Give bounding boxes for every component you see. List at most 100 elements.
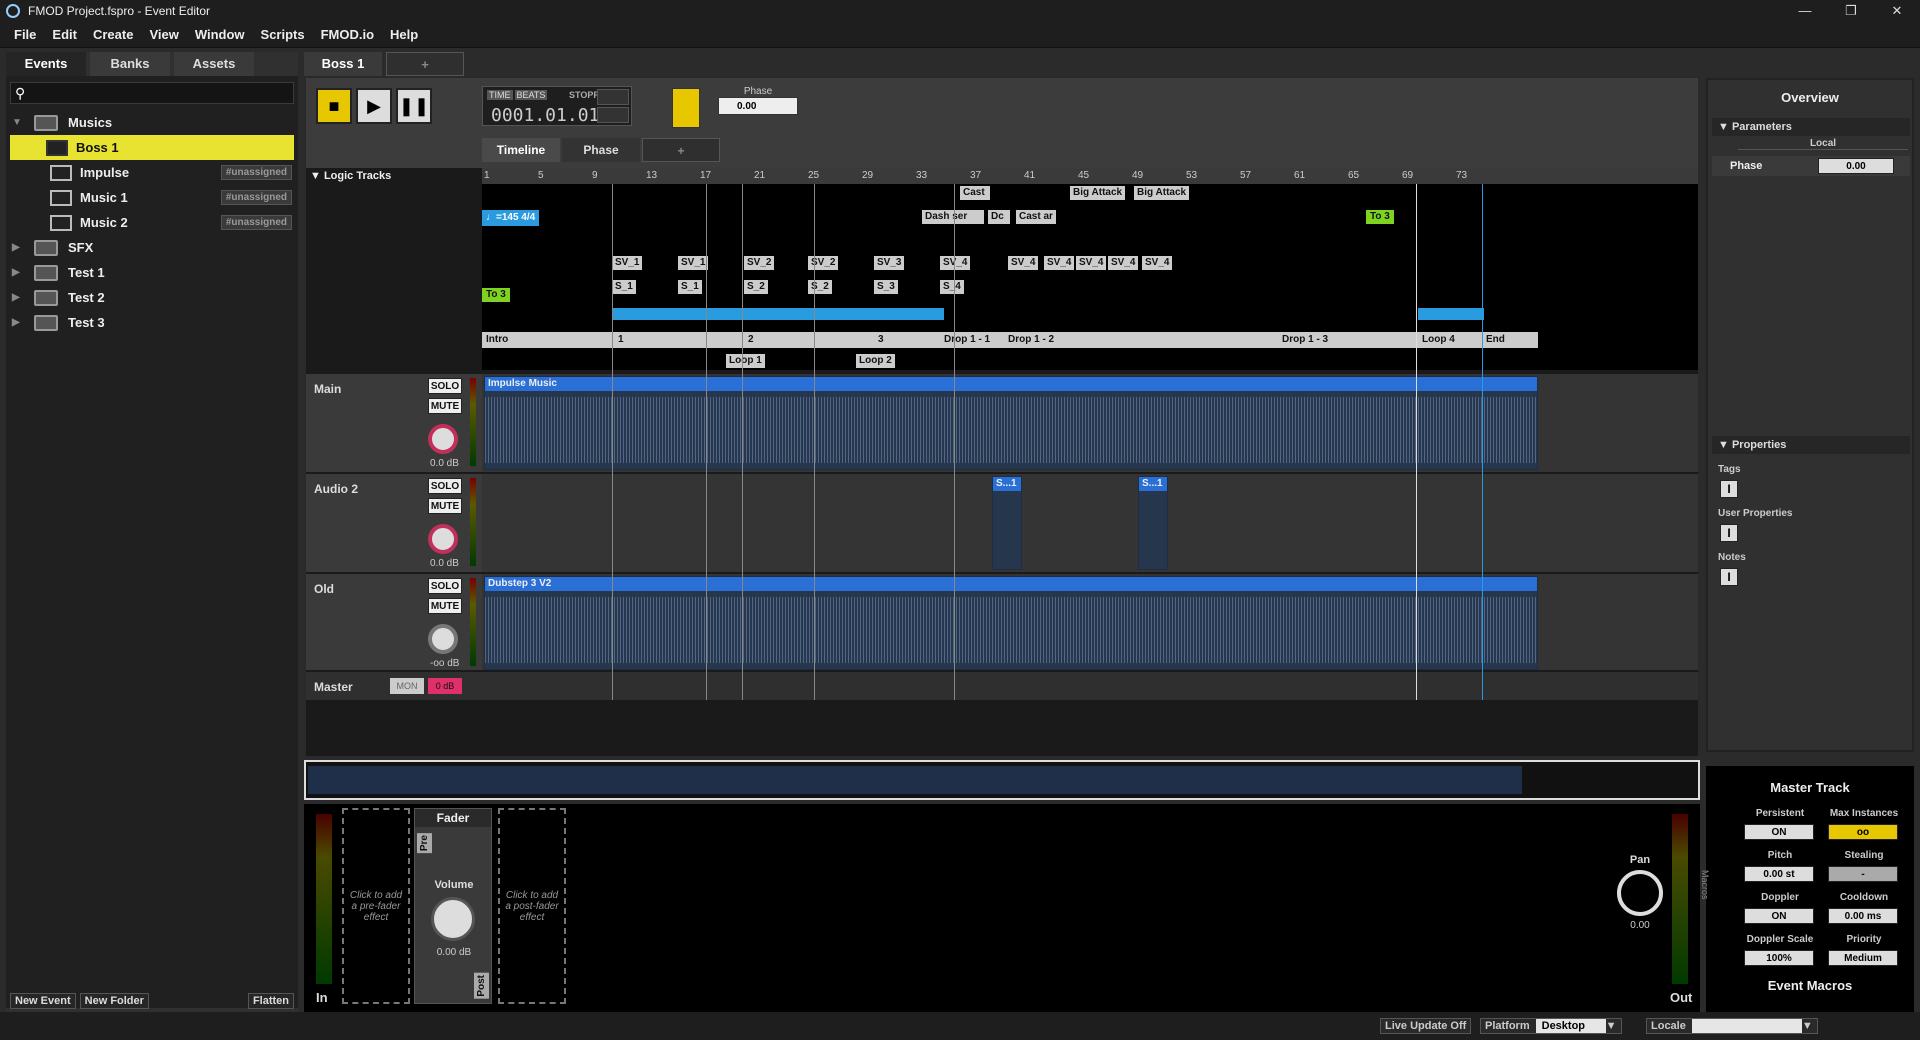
- doppler-scale-field[interactable]: 100%: [1744, 950, 1814, 966]
- tree-folder-test-3[interactable]: ▶ Test 3: [6, 310, 298, 335]
- region-intro[interactable]: Intro: [486, 334, 508, 345]
- post-fader-effect-slot[interactable]: Click to add a post-fader effect: [498, 808, 566, 1004]
- audio-clip[interactable]: Impulse Music: [484, 376, 1538, 470]
- marker-sv[interactable]: SV_2: [808, 256, 839, 270]
- tab-phase[interactable]: Phase: [562, 138, 640, 162]
- solo-button[interactable]: SOLO: [428, 478, 462, 494]
- region-1[interactable]: 1: [618, 334, 624, 345]
- mute-button[interactable]: MUTE: [428, 398, 462, 414]
- close-button[interactable]: ✕: [1874, 0, 1920, 22]
- pre-fader-effect-slot[interactable]: Click to add a pre-fader effect: [342, 808, 410, 1004]
- master-level[interactable]: 0 dB: [428, 678, 462, 694]
- logic-track-lane[interactable]: Big Attack Big Attack Cast Cast ar Dash …: [482, 184, 1698, 370]
- play-button[interactable]: ▶: [356, 88, 392, 124]
- menu-window[interactable]: Window: [195, 27, 245, 42]
- expand-arrow-icon[interactable]: ▶: [12, 317, 24, 328]
- menu-edit[interactable]: Edit: [52, 27, 77, 42]
- audio-clip[interactable]: Dubstep 3 V2: [484, 576, 1538, 670]
- stop-button[interactable]: ■: [316, 88, 352, 124]
- region-row[interactable]: Intro 1 2 3 Drop 1 - 1 Drop 1 - 2 Drop 1…: [482, 332, 1538, 348]
- menu-view[interactable]: View: [149, 27, 178, 42]
- follow-toggle[interactable]: [597, 107, 629, 123]
- menu-fmodio[interactable]: FMOD.io: [321, 27, 374, 42]
- tree-folder-test-1[interactable]: ▶ Test 1: [6, 260, 298, 285]
- tree-event-music-2[interactable]: Music 2 #unassigned: [6, 210, 298, 235]
- menu-create[interactable]: Create: [93, 27, 133, 42]
- transition-to-3-right[interactable]: To 3: [1366, 210, 1394, 224]
- region-drop-1-2[interactable]: Drop 1 - 2: [1008, 334, 1054, 345]
- marker-sv[interactable]: SV_4: [1008, 256, 1039, 270]
- new-event-button[interactable]: New Event: [10, 993, 76, 1009]
- marker-sv[interactable]: SV_1: [678, 256, 709, 270]
- parameter-value[interactable]: 0.00: [1818, 158, 1894, 174]
- logic-tracks-header[interactable]: ▼ Logic Tracks: [310, 170, 391, 182]
- timeline-overview-strip[interactable]: [304, 760, 1700, 800]
- phase-value-field[interactable]: 0.00: [718, 97, 798, 115]
- timeline-ruler[interactable]: 1 5 9 13 17 21 25 29 33 37 41 45 49 53 5…: [482, 168, 1698, 184]
- tab-timeline[interactable]: Timeline: [482, 138, 560, 162]
- maximize-button[interactable]: ❐: [1828, 0, 1874, 22]
- track-lane[interactable]: Dubstep 3 V2: [482, 574, 1698, 672]
- tempo-marker[interactable]: ♩=145 4/4: [482, 210, 540, 226]
- region-drop-1-1[interactable]: Drop 1 - 1: [944, 334, 990, 345]
- expand-arrow-icon[interactable]: ▼: [12, 117, 24, 128]
- stealing-dropdown[interactable]: -: [1828, 866, 1898, 882]
- platform-select[interactable]: Platform Desktop ▼: [1480, 1018, 1622, 1034]
- loop-1-label[interactable]: Loop 1: [726, 354, 765, 368]
- search-input[interactable]: ⚲: [10, 82, 294, 104]
- marker-big-attack[interactable]: Big Attack: [1134, 186, 1190, 200]
- pitch-field[interactable]: 0.00 st: [1744, 866, 1814, 882]
- marker-s[interactable]: S_4: [940, 280, 964, 294]
- tab-events[interactable]: Events: [6, 52, 86, 76]
- post-tab[interactable]: Post: [474, 973, 489, 999]
- marker-sv[interactable]: SV_4: [1142, 256, 1173, 270]
- solo-button[interactable]: SOLO: [428, 578, 462, 594]
- audio-clip[interactable]: S...1: [1138, 476, 1168, 570]
- expand-arrow-icon[interactable]: ▶: [12, 242, 24, 253]
- volume-knob[interactable]: [428, 424, 458, 454]
- marker-sv[interactable]: SV_4: [1076, 256, 1107, 270]
- loop-region-bar[interactable]: [1418, 308, 1484, 320]
- track-lane[interactable]: Impulse Music: [482, 374, 1698, 472]
- marker-sv[interactable]: SV_4: [1108, 256, 1139, 270]
- time-mode-tag[interactable]: TIME: [487, 90, 513, 100]
- tab-banks[interactable]: Banks: [90, 52, 170, 76]
- marker-s[interactable]: S_2: [744, 280, 768, 294]
- region-drop-1-3[interactable]: Drop 1 - 3: [1282, 334, 1328, 345]
- tree-folder-sfx[interactable]: ▶ SFX: [6, 235, 298, 260]
- region-2[interactable]: 2: [748, 334, 754, 345]
- mute-button[interactable]: MUTE: [428, 498, 462, 514]
- tree-folder-musics[interactable]: ▼ Musics: [6, 110, 298, 135]
- add-user-property-icon[interactable]: I: [1720, 524, 1738, 542]
- add-note-icon[interactable]: I: [1720, 568, 1738, 586]
- marker-sv[interactable]: SV_4: [940, 256, 971, 270]
- loop-toggle[interactable]: [597, 89, 629, 105]
- pre-tab[interactable]: Pre: [417, 833, 432, 854]
- new-folder-button[interactable]: New Folder: [79, 993, 149, 1009]
- marker-s[interactable]: S_3: [874, 280, 898, 294]
- view-list-button[interactable]: [672, 88, 700, 128]
- live-update-button[interactable]: Live Update Off: [1380, 1018, 1472, 1034]
- parameter-row-phase[interactable]: Phase 0.00: [1712, 156, 1910, 176]
- cooldown-field[interactable]: 0.00 ms: [1828, 908, 1898, 924]
- solo-button[interactable]: SOLO: [428, 378, 462, 394]
- pan-knob[interactable]: [1617, 870, 1663, 916]
- expand-arrow-icon[interactable]: ▶: [12, 267, 24, 278]
- marker-sv[interactable]: SV_2: [744, 256, 775, 270]
- minimize-button[interactable]: —: [1782, 0, 1828, 22]
- max-instances-field[interactable]: oo: [1828, 824, 1898, 840]
- tree-event-music-1[interactable]: Music 1 #unassigned: [6, 185, 298, 210]
- volume-knob[interactable]: [431, 897, 475, 941]
- audio-track-main[interactable]: Main SOLO MUTE 0.0 dB Impulse Music: [306, 372, 1698, 472]
- pause-button[interactable]: ❚❚: [396, 88, 432, 124]
- marker-s[interactable]: S_2: [808, 280, 832, 294]
- menu-scripts[interactable]: Scripts: [261, 27, 305, 42]
- persistent-toggle[interactable]: ON: [1744, 824, 1814, 840]
- master-track-row[interactable]: Master MON 0 dB: [306, 670, 1698, 700]
- audio-track-audio-2[interactable]: Audio 2 SOLO MUTE 0.0 dB S...1 S...1: [306, 472, 1698, 572]
- volume-knob[interactable]: [428, 524, 458, 554]
- marker-dash[interactable]: Dash ser: [922, 210, 984, 224]
- marker-s[interactable]: S_1: [612, 280, 636, 294]
- properties-section-header[interactable]: ▼ Properties: [1712, 436, 1910, 454]
- transition-to-3-left[interactable]: To 3: [482, 288, 510, 302]
